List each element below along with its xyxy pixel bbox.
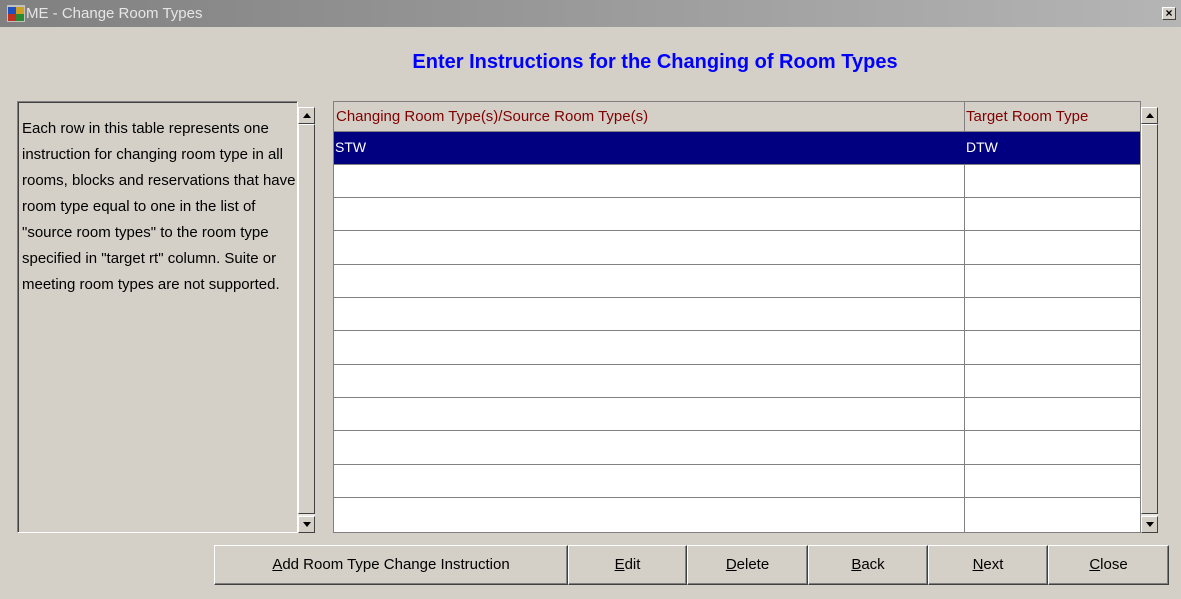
arrow-down-icon xyxy=(1146,522,1154,527)
description-panel: Each row in this table represents one in… xyxy=(17,101,298,533)
window-title: ME - Change Room Types xyxy=(26,5,203,22)
target-cell[interactable]: DTW xyxy=(966,132,998,162)
table-row[interactable] xyxy=(334,332,1140,365)
description-text: Each row in this table represents one in… xyxy=(22,120,296,293)
page-heading: Enter Instructions for the Changing of R… xyxy=(412,51,898,73)
table-scrollbar[interactable] xyxy=(1141,107,1158,533)
header-target-room-type[interactable]: Target Room Type xyxy=(966,102,1088,131)
source-cell[interactable]: STW xyxy=(335,132,366,162)
table-row[interactable] xyxy=(334,498,1140,531)
table-row[interactable] xyxy=(334,465,1140,498)
back-label: ack xyxy=(861,556,885,573)
delete-button[interactable]: Delete xyxy=(687,545,808,585)
add-room-type-change-instruction-button[interactable]: Add Room Type Change Instruction xyxy=(214,545,568,585)
table-row[interactable] xyxy=(334,432,1140,465)
table-row[interactable] xyxy=(334,165,1140,198)
description-scroll-thumb[interactable] xyxy=(298,124,315,514)
next-mnemonic: N xyxy=(972,556,984,573)
room-type-table: Changing Room Type(s)/Source Room Type(s… xyxy=(333,101,1141,533)
app-icon xyxy=(7,5,25,22)
description-scroll-up-button[interactable] xyxy=(298,107,315,124)
table-row[interactable]: STW DTW xyxy=(334,132,1140,165)
table-row[interactable] xyxy=(334,365,1140,398)
edit-button[interactable]: Edit xyxy=(568,545,687,585)
title-bar: ME - Change Room Types × xyxy=(0,0,1181,27)
header-source-room-types[interactable]: Changing Room Type(s)/Source Room Type(s… xyxy=(336,102,648,131)
close-icon: × xyxy=(1165,6,1173,20)
close-window-button[interactable]: × xyxy=(1162,7,1176,20)
next-button[interactable]: Next xyxy=(928,545,1048,585)
back-button[interactable]: Back xyxy=(808,545,928,585)
delete-label: elete xyxy=(736,556,770,573)
arrow-down-icon xyxy=(303,522,311,527)
close-label: lose xyxy=(1100,556,1128,573)
description-scrollbar[interactable] xyxy=(298,107,315,533)
add-label: dd Room Type Change Instruction xyxy=(282,556,510,573)
arrow-up-icon xyxy=(1146,113,1154,118)
table-row[interactable] xyxy=(334,265,1140,298)
add-mnemonic: A xyxy=(272,556,283,573)
table-scroll-down-button[interactable] xyxy=(1141,516,1158,533)
description-scroll-down-button[interactable] xyxy=(298,516,315,533)
close-button[interactable]: Close xyxy=(1048,545,1169,585)
table-row[interactable] xyxy=(334,298,1140,331)
table-row[interactable] xyxy=(334,398,1140,431)
back-mnemonic: B xyxy=(851,556,862,573)
arrow-up-icon xyxy=(303,113,311,118)
edit-label: dit xyxy=(624,556,641,573)
table-scroll-up-button[interactable] xyxy=(1141,107,1158,124)
close-mnemonic: C xyxy=(1089,556,1101,573)
table-row[interactable] xyxy=(334,198,1140,231)
table-row[interactable] xyxy=(334,232,1140,265)
edit-mnemonic: E xyxy=(614,556,625,573)
table-scroll-thumb[interactable] xyxy=(1141,124,1158,514)
table-header: Changing Room Type(s)/Source Room Type(s… xyxy=(334,102,1140,132)
next-label: ext xyxy=(983,556,1004,573)
delete-mnemonic: D xyxy=(725,556,737,573)
